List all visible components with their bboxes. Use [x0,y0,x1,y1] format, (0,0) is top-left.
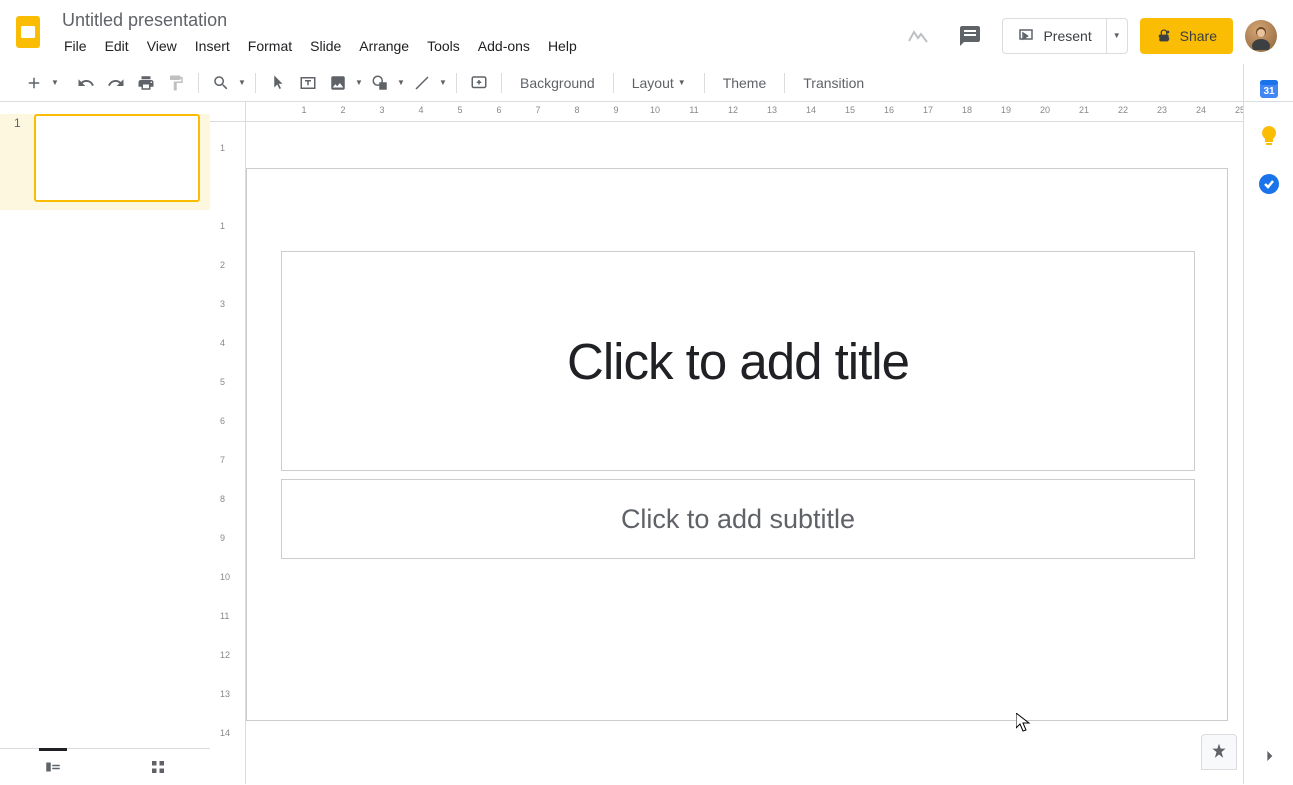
slide-number: 1 [14,114,28,210]
menu-help[interactable]: Help [540,34,585,58]
explore-button[interactable] [1201,734,1237,770]
collapse-sidepanel-icon[interactable] [1257,744,1281,768]
image-tool[interactable] [324,69,352,97]
side-panel: 31 [1243,64,1293,784]
tasks-icon[interactable] [1257,172,1281,196]
toolbar: ▼ ▼ ▼ ▼ ▼ Background Layout▼ Theme Trans… [0,64,1293,102]
menu-file[interactable]: File [56,34,95,58]
background-button[interactable]: Background [510,69,605,97]
keep-icon[interactable] [1257,124,1281,148]
share-button[interactable]: Share [1140,18,1233,54]
print-button[interactable] [132,69,160,97]
new-slide-dropdown[interactable]: ▼ [50,79,60,87]
svg-text:31: 31 [1263,86,1275,97]
menu-slide[interactable]: Slide [302,34,349,58]
filmstrip: 1 [0,102,210,784]
image-dropdown[interactable]: ▼ [354,79,364,87]
menu-tools[interactable]: Tools [419,34,468,58]
subtitle-text: Click to add subtitle [621,504,855,535]
vertical-ruler[interactable]: 11234567891011121314 [210,122,246,784]
menubar: File Edit View Insert Format Slide Arran… [56,34,898,58]
calendar-icon[interactable]: 31 [1257,76,1281,100]
slide-canvas[interactable]: Click to add title Click to add subtitle [246,168,1228,721]
document-title[interactable]: Untitled presentation [56,8,898,32]
activity-icon[interactable] [898,16,938,56]
shape-tool[interactable] [366,69,394,97]
layout-button[interactable]: Layout▼ [622,69,696,97]
ruler-corner [210,102,246,122]
present-label: Present [1043,28,1091,44]
line-tool[interactable] [408,69,436,97]
menu-format[interactable]: Format [240,34,300,58]
slides-logo[interactable] [8,12,48,52]
comment-button[interactable] [465,69,493,97]
share-label: Share [1180,28,1217,44]
horizontal-ruler[interactable]: 1123456789101112131415161718192021222324… [246,102,1243,122]
transition-button[interactable]: Transition [793,69,874,97]
zoom-button[interactable] [207,69,235,97]
bottom-bar [0,748,210,784]
title-text: Click to add title [567,332,909,391]
shape-dropdown[interactable]: ▼ [396,79,406,87]
menu-addons[interactable]: Add-ons [470,34,538,58]
layout-label: Layout [632,75,674,91]
comments-icon[interactable] [950,16,990,56]
text-box-tool[interactable] [294,69,322,97]
filmstrip-view-button[interactable] [35,749,71,785]
title-placeholder[interactable]: Click to add title [281,251,1195,471]
menu-insert[interactable]: Insert [187,34,238,58]
menu-edit[interactable]: Edit [97,34,137,58]
present-button[interactable]: Present [1003,19,1105,53]
new-slide-button[interactable] [20,69,48,97]
user-avatar[interactable] [1245,20,1277,52]
zoom-dropdown[interactable]: ▼ [237,79,247,87]
select-tool[interactable] [264,69,292,97]
slide-thumbnail-1[interactable]: 1 [0,114,210,210]
canvas-area[interactable]: Click to add title Click to add subtitle [246,122,1243,784]
theme-button[interactable]: Theme [713,69,777,97]
undo-button[interactable] [72,69,100,97]
menu-arrange[interactable]: Arrange [351,34,417,58]
paint-format-button[interactable] [162,69,190,97]
line-dropdown[interactable]: ▼ [438,79,448,87]
menu-view[interactable]: View [139,34,185,58]
redo-button[interactable] [102,69,130,97]
grid-view-button[interactable] [140,749,176,785]
present-dropdown[interactable]: ▼ [1106,19,1127,53]
subtitle-placeholder[interactable]: Click to add subtitle [281,479,1195,559]
